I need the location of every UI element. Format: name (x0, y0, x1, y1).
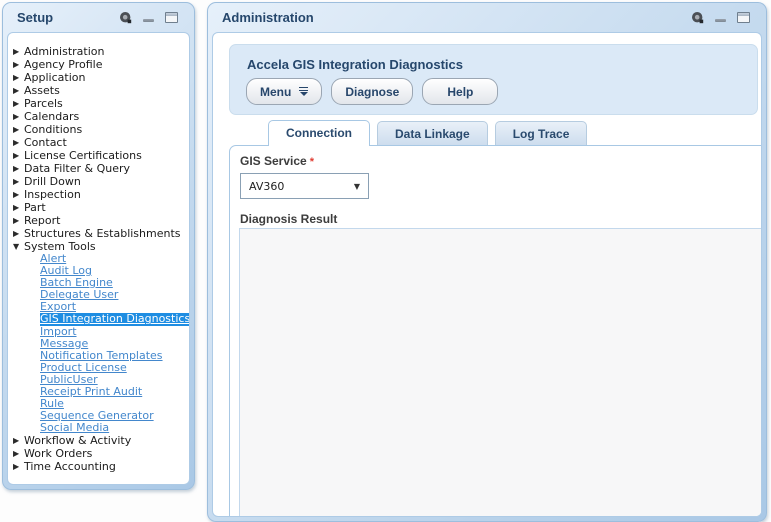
diagnostics-section-title: Accela GIS Integration Diagnostics (247, 57, 463, 72)
chevron-right-icon: ▶ (13, 47, 20, 56)
chevron-right-icon: ▶ (13, 436, 20, 446)
chevron-right-icon: ▶ (13, 164, 20, 173)
menu-button[interactable]: Menu (246, 78, 323, 105)
minimize-icon[interactable] (143, 19, 154, 22)
tree-item-label: Drill Down (24, 175, 81, 188)
tree-item-work-orders[interactable]: ▶ Work Orders (13, 447, 187, 460)
tree-item-label: Administration (24, 45, 105, 58)
tree-link-import[interactable]: Import (40, 325, 77, 338)
tree-link-message[interactable]: Message (40, 337, 88, 350)
tree-item-assets[interactable]: ▶ Assets (13, 84, 187, 97)
help-button[interactable]: Help (422, 78, 499, 105)
tree-item-label: License Certifications (24, 149, 142, 162)
tree-item-structures-establishments[interactable]: ▶ Structures & Establishments (13, 227, 187, 240)
setup-window-controls (119, 11, 178, 24)
setup-panel-header: Setup (3, 3, 194, 30)
diagnosis-result-box (239, 228, 761, 516)
administration-panel-header: Administration (208, 3, 766, 30)
tree-item-label: Work Orders (24, 447, 93, 461)
administration-panel-body: Accela GIS Integration Diagnostics Menu … (212, 32, 762, 517)
tab-connection[interactable]: Connection (268, 120, 370, 146)
chevron-right-icon: ▶ (13, 60, 20, 69)
select-dropdown-arrow-icon: ▼ (353, 181, 360, 191)
portlet-menu-icon[interactable] (691, 11, 704, 24)
setup-panel: Setup ▶ Administration ▶ Agency Profile ▶ App… (2, 2, 195, 490)
tree-item-calendars[interactable]: ▶ Calendars (13, 110, 187, 123)
chevron-right-icon: ▶ (13, 449, 20, 459)
tree-item-agency-profile[interactable]: ▶ Agency Profile (13, 58, 187, 71)
tree-item-inspection[interactable]: ▶ Inspection (13, 188, 187, 201)
tree-item-part[interactable]: ▶ Part (13, 201, 187, 214)
maximize-icon[interactable] (165, 12, 178, 23)
tab-log-trace[interactable]: Log Trace (494, 121, 588, 145)
diagnostics-tab-area: Connection Data Linkage Log Trace GIS Serv… (229, 120, 761, 516)
tree-item-data-filter-query[interactable]: ▶ Data Filter & Query (13, 162, 187, 175)
portlet-menu-icon[interactable] (119, 11, 132, 24)
menu-button-label: Menu (260, 84, 292, 99)
setup-panel-title: Setup (17, 10, 54, 25)
chevron-right-icon: ▶ (13, 462, 20, 472)
tree-item-administration[interactable]: ▶ Administration (13, 45, 187, 58)
tree-item-license-certifications[interactable]: ▶ License Certifications (13, 149, 187, 162)
chevron-right-icon: ▶ (13, 125, 20, 134)
tree-item-label: Calendars (24, 110, 80, 123)
tree-item-label: Agency Profile (24, 58, 103, 71)
diagnostics-header-section: Accela GIS Integration Diagnostics Menu … (229, 44, 758, 115)
chevron-right-icon: ▶ (13, 216, 20, 225)
menu-dropdown-icon (299, 86, 309, 97)
tree-item-label: Inspection (24, 188, 81, 201)
connection-tab-content: GIS Service * AV360 ▼ Diagnosis Result (229, 145, 761, 516)
diagnostics-button-row: Menu Diagnose Help (246, 78, 499, 105)
diagnose-button-label: Diagnose (345, 84, 400, 99)
chevron-right-icon: ▶ (13, 99, 20, 108)
chevron-right-icon: ▶ (13, 112, 20, 121)
chevron-down-icon: ▼ (13, 242, 20, 251)
chevron-right-icon: ▶ (13, 73, 20, 82)
chevron-right-icon: ▶ (13, 229, 20, 238)
diagnosis-result-label: Diagnosis Result (240, 212, 338, 226)
required-asterisk-icon: * (309, 156, 314, 168)
tree-item-label: Conditions (24, 123, 83, 136)
chevron-right-icon: ▶ (13, 151, 20, 160)
tree-item-label: Parcels (24, 97, 63, 110)
chevron-right-icon: ▶ (13, 203, 20, 212)
chevron-right-icon: ▶ (13, 177, 20, 186)
tree-item-label: Part (24, 201, 46, 214)
chevron-right-icon: ▶ (13, 86, 20, 95)
gis-service-select[interactable]: AV360 ▼ (240, 173, 369, 199)
tree-item-workflow-activity[interactable]: ▶ Workflow & Activity (13, 434, 187, 447)
tree-link-social-media[interactable]: Social Media (40, 422, 109, 434)
setup-panel-body: ▶ Administration ▶ Agency Profile ▶ Applicati… (7, 32, 190, 485)
diagnose-button[interactable]: Diagnose (331, 78, 414, 105)
administration-window-controls (691, 11, 750, 24)
gis-service-select-value: AV360 (249, 179, 285, 193)
tree-item-label: Assets (24, 84, 60, 97)
tree-item-contact[interactable]: ▶ Contact (13, 136, 187, 149)
tree-item-label: Time Accounting (24, 460, 116, 474)
setup-tree: ▶ Administration ▶ Agency Profile ▶ Applicati… (8, 33, 189, 473)
tree-item-application[interactable]: ▶ Application (13, 71, 187, 84)
gis-service-label: GIS Service * (240, 154, 314, 168)
tree-item-report[interactable]: ▶ Report (13, 214, 187, 227)
tree-item-label: Application (24, 71, 86, 84)
tree-item-label: Structures & Establishments (24, 227, 181, 240)
tab-row: Connection Data Linkage Log Trace (229, 120, 761, 146)
maximize-icon[interactable] (737, 12, 750, 23)
tree-link-gis-integration-diagnostics[interactable]: GIS Integration Diagnostics (40, 313, 189, 326)
administration-panel-title: Administration (222, 10, 314, 25)
chevron-right-icon: ▶ (13, 138, 20, 147)
chevron-right-icon: ▶ (13, 190, 20, 199)
minimize-icon[interactable] (715, 19, 726, 22)
administration-panel: Administration Accela GIS Integration Di… (207, 2, 767, 522)
tree-item-label: Report (24, 214, 61, 227)
tree-item-label: Contact (24, 136, 67, 149)
tree-item-drill-down[interactable]: ▶ Drill Down (13, 175, 187, 188)
tree-item-time-accounting[interactable]: ▶ Time Accounting (13, 460, 187, 473)
tab-data-linkage[interactable]: Data Linkage (377, 121, 488, 145)
tree-item-label: Data Filter & Query (24, 162, 131, 175)
help-button-label: Help (447, 84, 474, 99)
tree-item-label: Workflow & Activity (24, 434, 132, 448)
tree-item-parcels[interactable]: ▶ Parcels (13, 97, 187, 110)
tree-item-conditions[interactable]: ▶ Conditions (13, 123, 187, 136)
